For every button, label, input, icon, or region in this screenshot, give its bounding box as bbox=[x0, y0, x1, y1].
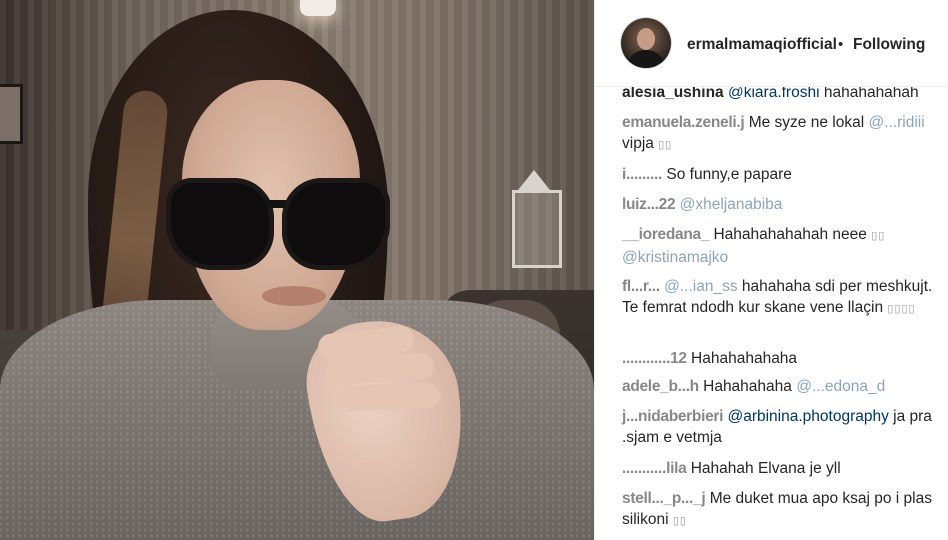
comment-username[interactable]: ............12 bbox=[622, 350, 687, 367]
comment-text: Hahahah Elvana je yll bbox=[690, 460, 841, 477]
post-sidebar: ermalmamaqiofficial • Following alesia_u… bbox=[594, 0, 948, 540]
comment-text: Me syze ne lokal bbox=[748, 114, 865, 131]
comment-item: fl...r... @...ian_ss hahahaha sdi per me… bbox=[622, 276, 942, 320]
post-header: ermalmamaqiofficial • Following bbox=[595, 0, 948, 87]
lips bbox=[262, 286, 326, 306]
emoji-glyphs: ▯▯ bbox=[658, 139, 673, 151]
emoji-glyphs: ▯▯ bbox=[871, 230, 886, 242]
comment-item: ............12 Hahahahahaha bbox=[622, 348, 942, 369]
comment-text: Hahahahahaha bbox=[691, 350, 798, 367]
person bbox=[0, 0, 594, 540]
comment-username[interactable]: stell..._p..._j bbox=[622, 490, 706, 507]
comment-item: i......... So funny,e papare bbox=[622, 164, 942, 185]
comment-username[interactable]: fl...r... bbox=[622, 278, 660, 295]
avatar[interactable] bbox=[621, 18, 671, 68]
separator-dot: • bbox=[838, 36, 844, 53]
comment-item: emanuela.zeneli.j Me syze ne lokal @...r… bbox=[622, 112, 942, 156]
comment-item: j...nidaberbieri @arbinina.photography j… bbox=[622, 406, 942, 448]
comment-username[interactable]: luiz...22 bbox=[622, 196, 676, 213]
comment-item: __ioredana_ Hahahahahahah neee ▯▯ @krist… bbox=[622, 224, 942, 268]
comment-mention[interactable]: @...ridiii bbox=[868, 114, 924, 131]
emoji-glyphs: ▯▯ bbox=[672, 515, 687, 527]
comment-username[interactable]: adele_b...h bbox=[622, 378, 699, 395]
comment-mention[interactable]: @...edona_d bbox=[796, 378, 885, 395]
comment-username[interactable]: emanuela.zeneli.j bbox=[622, 114, 745, 131]
post-media-video[interactable] bbox=[0, 0, 594, 540]
comment-text-2: vipja bbox=[622, 135, 654, 152]
comment-text: Hahahahaha bbox=[703, 378, 792, 395]
sunglasses bbox=[166, 178, 390, 274]
comment-username[interactable]: i......... bbox=[622, 166, 662, 183]
comment-mention[interactable]: @kristinamajko bbox=[622, 249, 728, 266]
comment-item: stell..._p..._j Me duket mua apo ksaj po… bbox=[622, 488, 942, 532]
comment-item: adele_b...h Hahahahaha @...edona_d bbox=[622, 376, 942, 397]
comment-username[interactable]: j...nidaberbieri bbox=[622, 408, 723, 425]
comment-username[interactable]: __ioredana_ bbox=[622, 226, 709, 243]
comment-item: luiz...22 @xheljanabiba bbox=[622, 194, 942, 215]
comment-mention[interactable]: @xheljanabiba bbox=[680, 196, 783, 213]
emoji-glyphs: ▯▯▯▯ bbox=[887, 303, 916, 315]
username-link[interactable]: ermalmamaqiofficial bbox=[687, 36, 837, 54]
comment-text: Hahahahahahah neee bbox=[713, 226, 867, 243]
comment-text: So funny,e papare bbox=[666, 166, 792, 183]
following-button[interactable]: Following bbox=[853, 36, 925, 54]
comment-mention[interactable]: @...ian_ss bbox=[664, 278, 737, 295]
comment-item: ...........lila Hahahah Elvana je yll bbox=[622, 458, 942, 479]
comment-mention[interactable]: @arbinina.photography bbox=[727, 408, 888, 425]
comment-username[interactable]: ...........lila bbox=[622, 460, 687, 477]
